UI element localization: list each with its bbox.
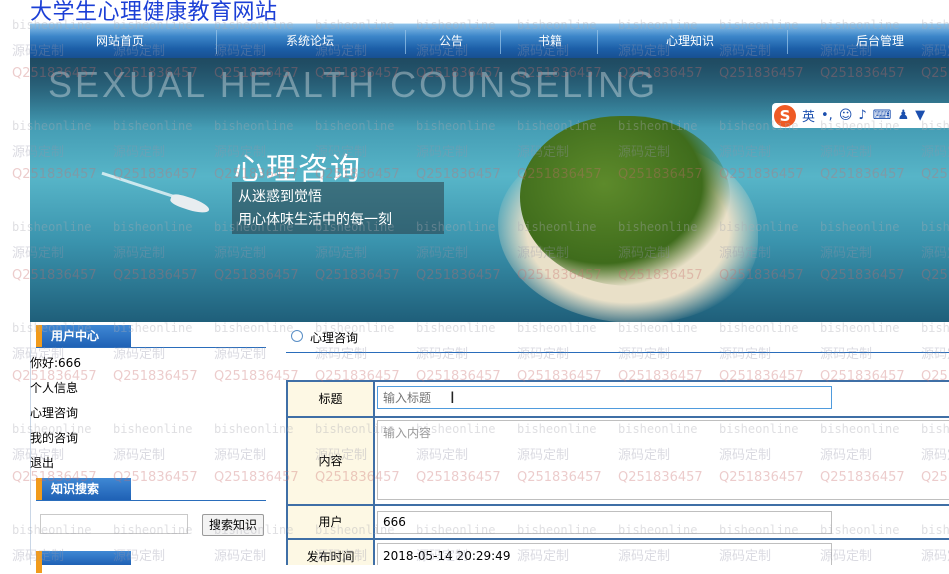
nav-books[interactable]: 书籍 [510, 24, 590, 59]
nav-admin[interactable]: 后台管理 [830, 24, 930, 59]
ime-toolbar[interactable]: S 英 •, ☺ ♪ ⌨ ♟ ▼ [772, 103, 949, 128]
watermark-text: bisheonline [719, 321, 799, 335]
content-divider [286, 352, 949, 353]
watermark-text: bisheonline [113, 422, 193, 436]
time-field[interactable]: 2018-05-14 20:29:49 [377, 543, 832, 565]
content-placeholder: 输入内容 [383, 426, 432, 440]
sidebar-item-consult[interactable]: 心理咨询 [30, 404, 78, 421]
watermark-text: 源码定制 [214, 347, 267, 362]
title-input[interactable] [377, 386, 832, 409]
watermark-text: 源码定制 [214, 549, 267, 564]
watermark-text: 源码定制 [113, 448, 166, 463]
watermark-text: Q251836457 [113, 369, 198, 384]
text-cursor-icon: I [450, 388, 455, 407]
watermark-text: bisheonline [416, 321, 496, 335]
watermark-text: bisheonline [820, 321, 900, 335]
user-center-header: 用户中心 [36, 325, 131, 347]
main-nav: 网站首页 系统论坛 公告 书籍 心理知识 后台管理 [30, 23, 949, 59]
sidebar-item-profile[interactable]: 个人信息 [30, 379, 78, 396]
nav-notice[interactable]: 公告 [411, 24, 491, 59]
watermark-text: bisheonline [214, 321, 294, 335]
boat-icon [169, 192, 211, 216]
watermark-text: bisheonline [517, 321, 597, 335]
knowledge-search-header: 知识搜索 [36, 478, 131, 500]
microphone-icon[interactable]: ♪ [858, 108, 866, 123]
knowledge-search-input[interactable] [40, 514, 188, 534]
ime-punct-toggle[interactable]: •, [821, 108, 833, 123]
watermark-text: bisheonline [921, 321, 949, 335]
nav-divider [216, 30, 217, 54]
nav-divider [787, 30, 788, 54]
banner-english-title: SEXUAL HEALTH COUNSELING [48, 64, 659, 105]
boat-wake [101, 171, 179, 200]
nav-divider [597, 30, 598, 54]
watermark-text: bisheonline [618, 321, 698, 335]
nav-divider [500, 30, 501, 54]
knowledge-search-button[interactable]: 搜索知识 [202, 514, 264, 536]
greeting-text: 你好:666 [30, 356, 81, 370]
nav-home[interactable]: 网站首页 [60, 24, 180, 59]
content-label: 内容 [288, 418, 373, 504]
ime-lang-toggle[interactable]: 英 [802, 106, 815, 125]
banner-image: SEXUAL HEALTH COUNSELING 心理咨询 从迷惑到觉悟 用心体… [30, 58, 949, 322]
sidebar-item-my-consult[interactable]: 我的咨询 [30, 429, 78, 446]
content-textarea[interactable]: 输入内容 [377, 420, 949, 500]
user-icon[interactable]: ♟ [897, 108, 909, 123]
time-label: 发布时间 [288, 540, 373, 565]
banner-line1: 从迷惑到觉悟 [238, 189, 322, 205]
banner-line2: 用心体味生活中的每一刻 [238, 212, 392, 228]
watermark-text: bisheonline [214, 422, 294, 436]
title-label: 标题 [288, 382, 373, 416]
sidebar-divider [36, 500, 266, 501]
keyboard-icon[interactable]: ⌨ [873, 108, 892, 123]
user-label: 用户 [288, 506, 373, 538]
emoji-icon[interactable]: ☺ [839, 108, 853, 123]
sidebar-divider [36, 347, 266, 348]
user-field[interactable]: 666 [377, 511, 832, 534]
nav-knowledge[interactable]: 心理知识 [640, 24, 740, 59]
sidebar-item-logout[interactable]: 退出 [30, 454, 54, 471]
sogou-logo-icon[interactable]: S [774, 104, 796, 127]
sidebar-next-header [36, 551, 131, 573]
skin-icon[interactable]: ▼ [915, 108, 925, 123]
watermark-text: 源码定制 [214, 448, 267, 463]
nav-divider [405, 30, 406, 54]
nav-forum[interactable]: 系统论坛 [250, 24, 370, 59]
breadcrumb-icon [291, 330, 303, 342]
breadcrumb: 心理咨询 [310, 331, 359, 345]
